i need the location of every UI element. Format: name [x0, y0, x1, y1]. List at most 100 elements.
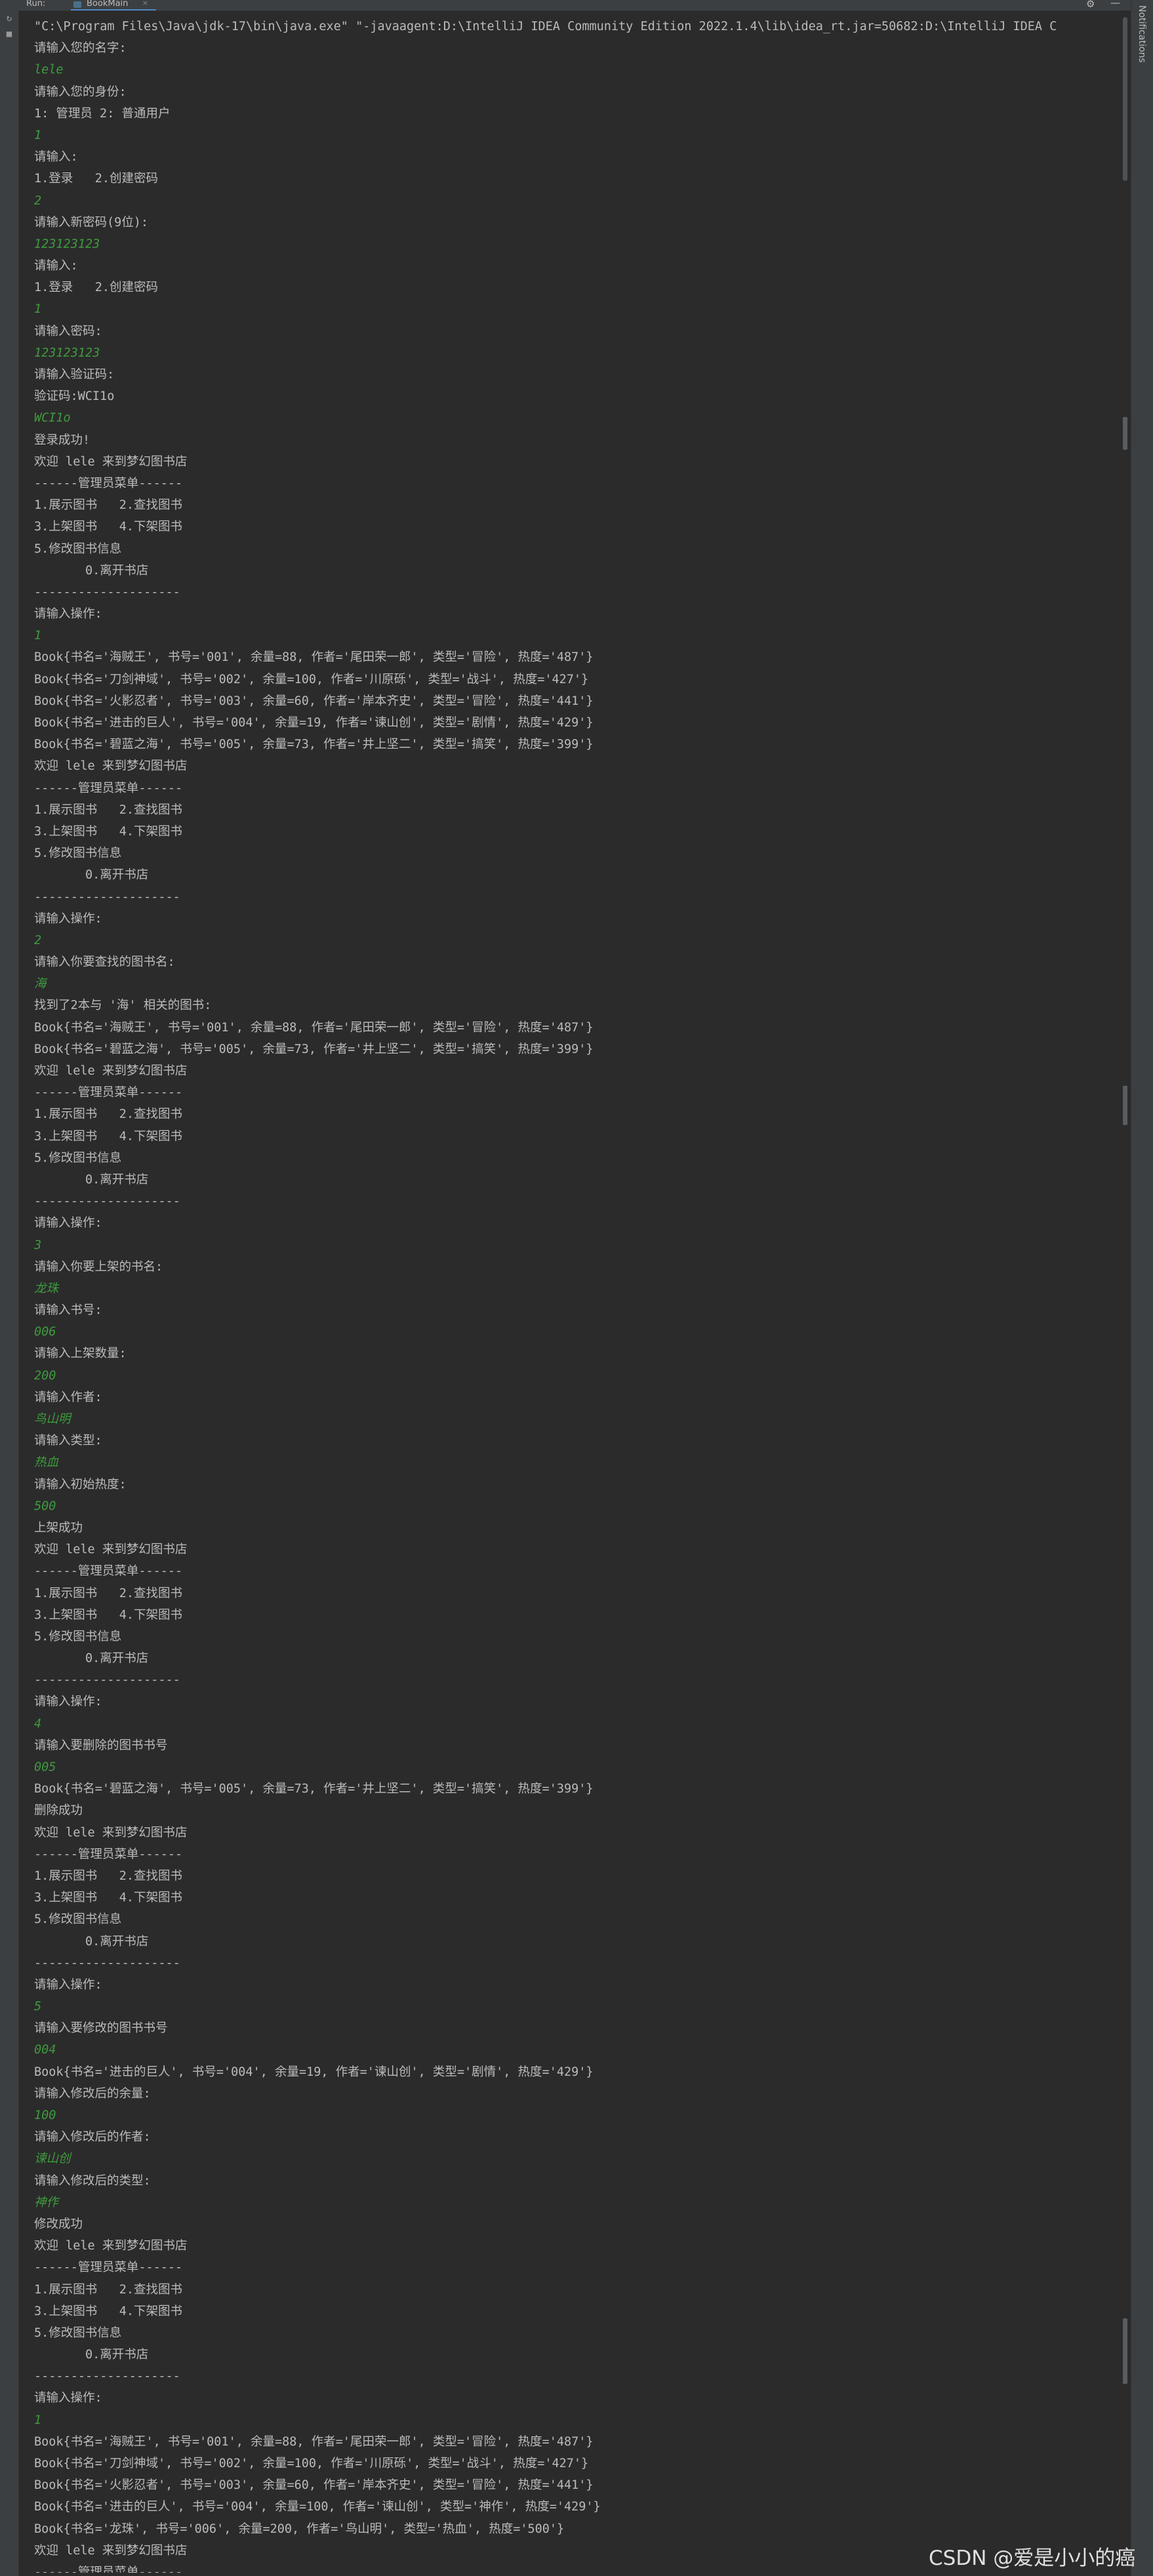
console-output-line: 请输入密码: [34, 324, 102, 338]
scroll-thumb[interactable] [1123, 17, 1127, 181]
console-output-line: 请输入初始热度: [34, 1477, 127, 1492]
console-output-line: 欢迎 lele 来到梦幻图书店 [34, 1825, 188, 1840]
console-output-line: 请输入作者: [34, 1390, 102, 1404]
console-input-line: 123123123 [34, 237, 100, 251]
console-input-line: 谏山创 [34, 2152, 71, 2166]
console-output-line: -------------------- [34, 1956, 180, 1970]
console-output-line: 1.展示图书 2.查找图书 [34, 2282, 182, 2297]
console-input-line: 龙珠 [34, 1281, 59, 1296]
console-output-line: 1: 管理员 2: 普通用户 [34, 106, 171, 121]
console-output-line: 5.修改图书信息 [34, 1151, 122, 1165]
console-output-line: 请输入操作: [34, 1977, 102, 1992]
console-output-line: 请输入您的身份: [34, 85, 127, 99]
console-output-line: ------管理员菜单------ [34, 1564, 183, 1579]
tab-bookmain[interactable]: BookMain × [71, 0, 156, 10]
console-output-line: -------------------- [34, 2369, 180, 2384]
console-input-line: 热血 [34, 1456, 59, 1470]
console-output-line: 登录成功! [34, 433, 91, 447]
console-input-line: 004 [34, 2043, 56, 2057]
scroll-marker [1123, 417, 1127, 450]
console-output-line: 请输入修改后的余量: [34, 2086, 151, 2101]
close-icon[interactable]: × [142, 0, 148, 7]
console-output-line: 3.上架图书 4.下架图书 [34, 1129, 182, 1143]
console-output-line: 5.修改图书信息 [34, 542, 122, 556]
console-output-line: 5.修改图书信息 [34, 2326, 122, 2340]
console-output-line: 请输入操作: [34, 1216, 102, 1231]
console-input-line: 鸟山明 [34, 1412, 71, 1426]
console-output-line: 1.展示图书 2.查找图书 [34, 498, 182, 513]
scroll-marker [1123, 1086, 1127, 1125]
console-output-line: Book{书名='火影忍者', 书号='003', 余量=60, 作者='岸本齐… [34, 694, 594, 708]
console-input-line: WCI1o [34, 411, 71, 426]
console-output[interactable]: "C:\Program Files\Java\jdk-17\bin\java.e… [34, 16, 1116, 2573]
console-output-line: -------------------- [34, 1673, 180, 1688]
console-output-line: 1.登录 2.创建密码 [34, 172, 158, 186]
console-output-line: 请输入操作: [34, 607, 102, 622]
console-output-line: Book{书名='龙珠', 书号='006', 余量=200, 作者='鸟山明'… [34, 2522, 565, 2536]
console-output-line: 0.离开书店 [34, 2348, 149, 2362]
console-input-line: 神作 [34, 2195, 59, 2209]
console-output-line: Book{书名='刀剑神域', 书号='002', 余量=100, 作者='川原… [34, 2457, 589, 2470]
console-input-line: 海 [34, 977, 47, 991]
watermark: CSDN @爱是小小的癌 [929, 2546, 1136, 2570]
console-output-line: Book{书名='海贼王', 书号='001', 余量=88, 作者='尾田荣一… [34, 1020, 594, 1035]
tab-label: BookMain [87, 0, 129, 9]
minimize-icon[interactable]: — [1110, 0, 1120, 9]
console-output-line: 0.离开书店 [34, 1172, 149, 1187]
console-output-line: Book{书名='火影忍者', 书号='003', 余量=60, 作者='岸本齐… [34, 2478, 594, 2493]
console-input-line: 5 [34, 2000, 42, 2014]
console-output-line: 请输入操作: [34, 911, 102, 926]
console-input-line: 100 [34, 2109, 56, 2122]
console-output-line: 请输入书号: [34, 1303, 102, 1318]
console-output-line: 0.离开书店 [34, 1934, 149, 1949]
console-input-line: 1 [34, 2413, 42, 2427]
console-output-line: 3.上架图书 4.下架图书 [34, 824, 182, 839]
console-output-line: 5.修改图书信息 [34, 1912, 122, 1927]
run-toolbar: Run: BookMain × ⚙ — [0, 0, 1153, 11]
console-output-line: 删除成功 [34, 1804, 83, 1818]
console-output-line: 欢迎 lele 来到梦幻图书店 [34, 454, 188, 469]
scroll-marker [1123, 2318, 1127, 2384]
console-input-line: 2 [34, 193, 42, 208]
console-output-line: 欢迎 lele 来到梦幻图书店 [34, 1064, 188, 1078]
console-output-line: 请输入: [34, 150, 78, 165]
console-output-line: 0.离开书店 [34, 1652, 149, 1666]
rerun-icon[interactable]: ↻ [4, 13, 14, 24]
console-output-line: ------管理员菜单------ [34, 476, 183, 490]
console-output-line: 1.展示图书 2.查找图书 [34, 803, 182, 817]
console-input-line: 1 [34, 128, 42, 142]
console-output-line: Book{书名='进击的巨人', 书号='004', 余量=100, 作者='谏… [34, 2500, 601, 2514]
stop-icon[interactable]: ■ [4, 29, 14, 39]
console-output-line: 0.离开书店 [34, 563, 149, 578]
console-output-line: 请输入验证码: [34, 368, 115, 382]
notifications-tab[interactable]: Notifications [1137, 5, 1147, 63]
console-input-line: 006 [34, 1325, 56, 1339]
console-output-line: 请输入: [34, 259, 78, 273]
console-command-line: "C:\Program Files\Java\jdk-17\bin\java.e… [34, 20, 1057, 33]
run-label: Run: [26, 0, 46, 9]
console-output-line: 修改成功 [34, 2217, 83, 2231]
console-output-line: 验证码:WCI1o [34, 389, 115, 404]
console-output-line: 请输入类型: [34, 1434, 102, 1448]
console-output-line: 请输入操作: [34, 2391, 102, 2406]
vertical-scrollbar[interactable] [1120, 10, 1131, 2576]
console-output-line: 3.上架图书 4.下架图书 [34, 1608, 182, 1622]
console-output-line: ------管理员菜单------ [34, 781, 183, 795]
console-output-line: 请输入上架数量: [34, 1347, 127, 1361]
console-output-line: 1.展示图书 2.查找图书 [34, 1107, 182, 1122]
console-input-line: 500 [34, 1499, 56, 1513]
java-class-icon [73, 1, 81, 8]
console-output-line: -------------------- [34, 890, 180, 904]
console-output-line: 请输入新密码(9位): [34, 215, 149, 229]
run-tool-sidebar: ↻ ■ [0, 10, 19, 2576]
gear-icon[interactable]: ⚙ [1086, 0, 1095, 10]
console-input-line: 005 [34, 1760, 56, 1774]
console-input-line: 4 [34, 1716, 42, 1731]
console-output-line: 欢迎 lele 来到梦幻图书店 [34, 759, 188, 774]
console-output-line: 3.上架图书 4.下架图书 [34, 2304, 182, 2318]
console-output-line: Book{书名='进击的巨人', 书号='004', 余量=19, 作者='谏山… [34, 716, 594, 730]
console-output-line: 请输入修改后的作者: [34, 2130, 151, 2145]
console-output-line: 1.展示图书 2.查找图书 [34, 1586, 182, 1600]
console-output-line: 5.修改图书信息 [34, 1629, 122, 1644]
console-output-line: 请输入您的名字: [34, 41, 127, 56]
